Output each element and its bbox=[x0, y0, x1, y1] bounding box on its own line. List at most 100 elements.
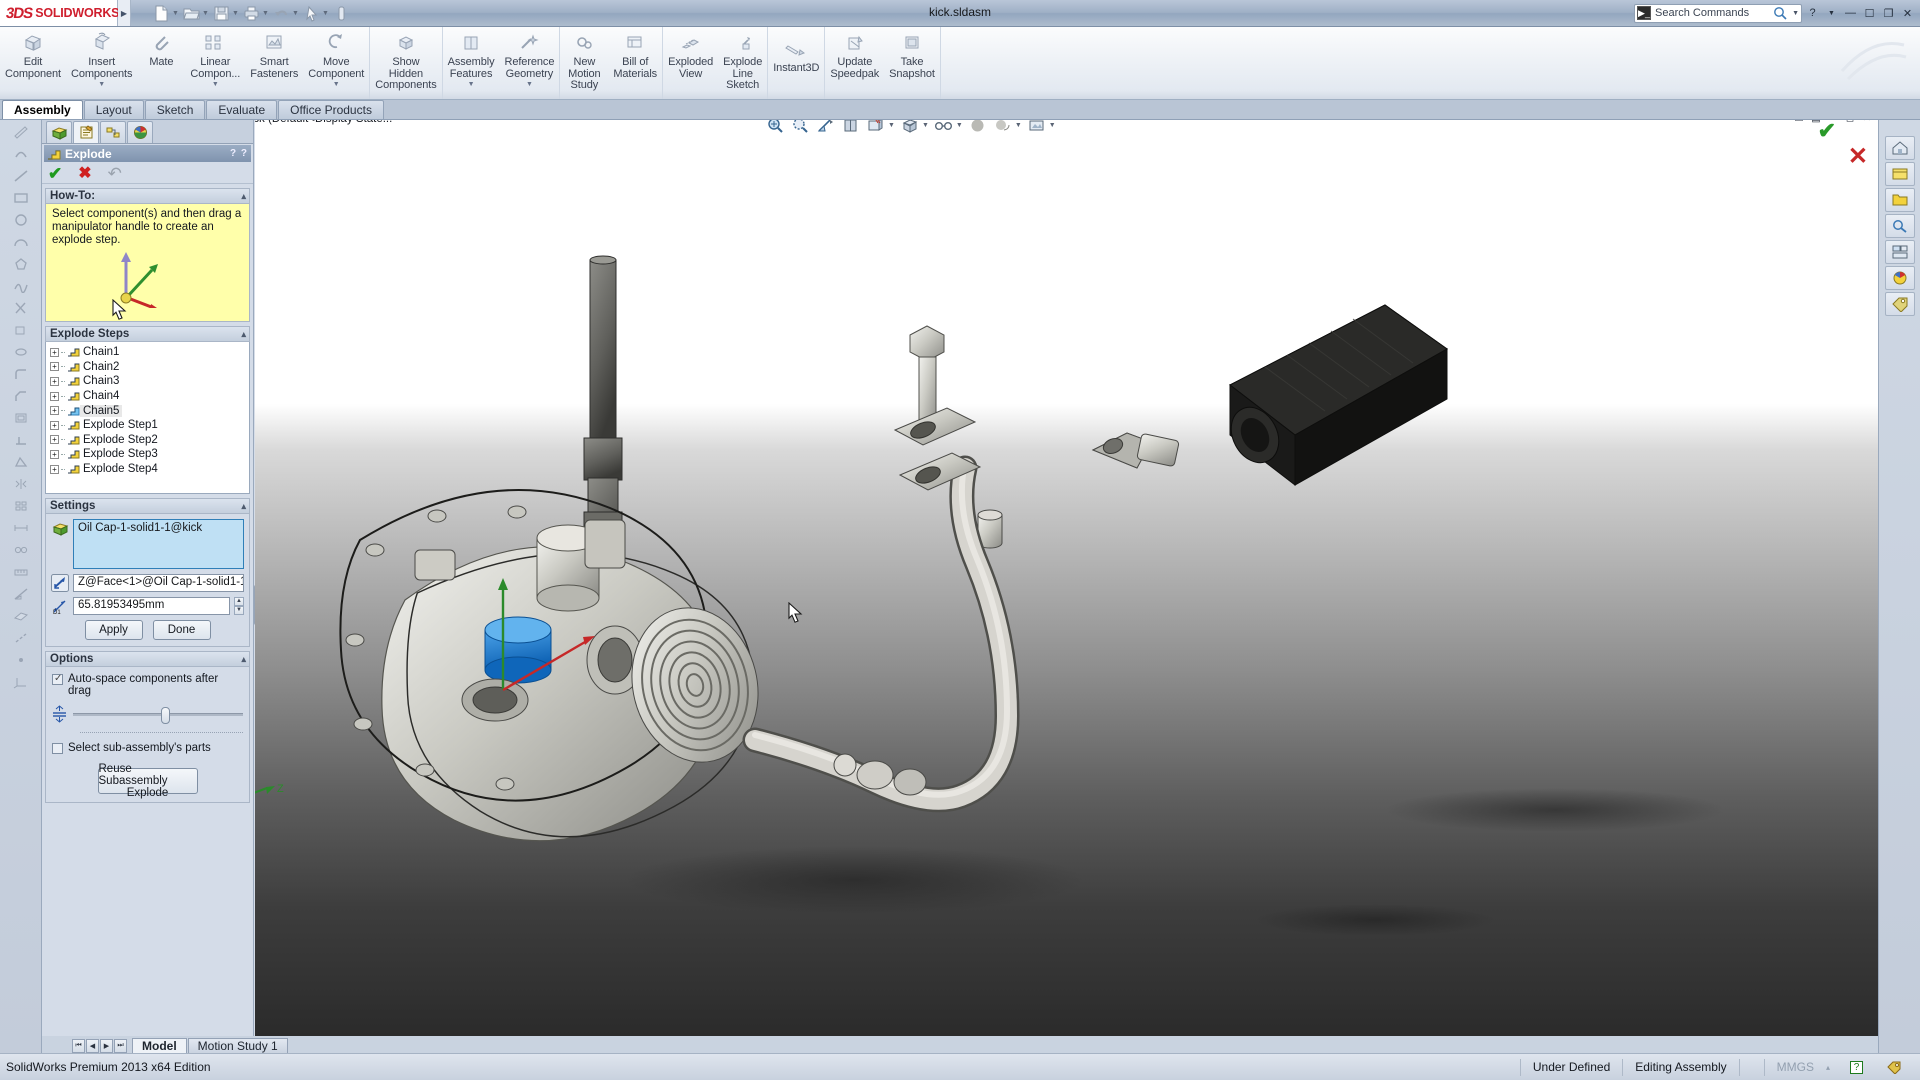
dimension-tool-icon[interactable] bbox=[2, 517, 40, 538]
expand-icon[interactable]: + bbox=[50, 420, 59, 430]
chevron-up-icon[interactable]: ▴ bbox=[241, 329, 246, 340]
tab-assembly[interactable]: Assembly bbox=[2, 100, 83, 119]
subassembly-option-row[interactable]: Select sub-assembly's parts bbox=[52, 742, 243, 754]
viewport-cancel-button[interactable]: ✕ bbox=[1848, 142, 1868, 171]
circle-tool-icon[interactable] bbox=[2, 209, 40, 230]
last-tab-button[interactable]: ⏭ bbox=[114, 1039, 127, 1053]
close-button[interactable]: ✕ bbox=[1899, 5, 1916, 22]
chevron-down-icon[interactable]: ▼ bbox=[1792, 10, 1799, 17]
units-caret-icon[interactable]: ▴ bbox=[1826, 1063, 1838, 1072]
solidworks-resources-button[interactable] bbox=[1884, 136, 1915, 160]
minimize-button[interactable]: ― bbox=[1842, 5, 1859, 22]
status-help-button[interactable]: ? bbox=[1838, 1059, 1875, 1076]
tab-feature-manager-tree[interactable] bbox=[46, 121, 72, 143]
distance-stepper[interactable]: ▲ ▼ bbox=[234, 597, 244, 615]
chevron-down-icon[interactable]: ▼ bbox=[1015, 122, 1022, 129]
header-help-glyphs[interactable]: ? ? bbox=[230, 148, 248, 159]
autospace-option-row[interactable]: Auto-space components after drag bbox=[52, 673, 243, 697]
view-settings-button[interactable] bbox=[992, 120, 1013, 136]
spacing-slider-track[interactable] bbox=[73, 706, 243, 724]
close-viewport-icon[interactable]: ✕ bbox=[1860, 120, 1874, 125]
ribbon-button-linear-component-pattern[interactable]: Linear Compon... ▼ bbox=[185, 27, 245, 99]
done-button[interactable]: Done bbox=[152, 620, 211, 640]
search-commands-input[interactable]: ▶_ Search Commands ▼ bbox=[1634, 3, 1802, 23]
expand-icon[interactable]: + bbox=[50, 464, 59, 474]
zoom-to-fit-button[interactable] bbox=[765, 120, 786, 136]
ribbon-button-mate[interactable]: Mate bbox=[137, 27, 185, 99]
stepper-down-icon[interactable]: ▼ bbox=[234, 606, 244, 615]
section-tool-icon[interactable] bbox=[2, 583, 40, 604]
explode-step-row[interactable]: + Explode Step1 bbox=[50, 418, 249, 433]
search-icon[interactable] bbox=[1773, 6, 1788, 21]
draft-tool-icon[interactable] bbox=[2, 451, 40, 472]
options-section-header[interactable]: Options ▴ bbox=[45, 651, 250, 667]
coordinate-system-icon[interactable] bbox=[2, 671, 40, 692]
explode-step-row[interactable]: + Explode Step2 bbox=[50, 433, 249, 448]
help-dropdown-icon[interactable]: ▼ bbox=[1823, 5, 1840, 22]
extrude-tool-icon[interactable] bbox=[2, 319, 40, 340]
direction-input[interactable]: Z@Face<1>@Oil Cap-1-solid1-1 bbox=[73, 574, 244, 592]
fillet-tool-icon[interactable] bbox=[2, 363, 40, 384]
chevron-down-icon[interactable]: ▼ bbox=[212, 81, 219, 89]
save-document-button[interactable]: ▼ bbox=[211, 1, 241, 25]
rebuild-button[interactable] bbox=[331, 1, 352, 25]
chevron-down-icon[interactable]: ▼ bbox=[333, 81, 340, 89]
axis-tool-icon[interactable] bbox=[2, 627, 40, 648]
hide-show-items-button[interactable] bbox=[899, 120, 920, 136]
explode-step-row[interactable]: + Explode Step4 bbox=[50, 462, 249, 477]
tab-configuration-manager[interactable] bbox=[100, 121, 126, 143]
chevron-up-icon[interactable]: ▴ bbox=[241, 501, 246, 512]
open-document-button[interactable]: ▼ bbox=[181, 1, 211, 25]
chevron-down-icon[interactable]: ▼ bbox=[922, 122, 929, 129]
design-library-button[interactable] bbox=[1884, 162, 1915, 186]
autospace-checkbox[interactable] bbox=[52, 673, 63, 685]
pattern-tool-icon[interactable] bbox=[2, 495, 40, 516]
next-tab-button[interactable]: ▶ bbox=[100, 1039, 113, 1053]
explode-direction-button[interactable] bbox=[51, 574, 69, 592]
explode-step-row[interactable]: + Chain2 bbox=[50, 360, 249, 375]
chevron-down-icon[interactable]: ▼ bbox=[956, 122, 963, 129]
ribbon-button-update-speedpak[interactable]: Update Speedpak bbox=[825, 27, 884, 99]
explode-steps-section-header[interactable]: Explode Steps ▴ bbox=[45, 326, 250, 342]
reuse-subassembly-explode-button[interactable]: Reuse Subassembly Explode bbox=[97, 763, 198, 799]
display-style-button[interactable] bbox=[865, 120, 886, 136]
first-tab-button[interactable]: ⏮ bbox=[72, 1039, 85, 1053]
apply-scene-button[interactable] bbox=[967, 120, 988, 136]
line-tool-icon[interactable] bbox=[2, 165, 40, 186]
ribbon-button-exploded-view[interactable]: Exploded View bbox=[663, 27, 718, 99]
status-units[interactable]: MMGS bbox=[1763, 1058, 1826, 1076]
arc-tool-icon[interactable] bbox=[2, 231, 40, 252]
ribbon-button-insert-components[interactable]: Insert Components ▼ bbox=[66, 27, 137, 99]
tab-sketch[interactable]: Sketch bbox=[144, 100, 206, 119]
rib-tool-icon[interactable] bbox=[2, 429, 40, 450]
new-document-button[interactable]: ▼ bbox=[151, 1, 181, 25]
ribbon-button-reference-geometry[interactable]: Reference Geometry ▼ bbox=[499, 27, 559, 99]
relation-tool-icon[interactable] bbox=[2, 539, 40, 560]
ribbon-button-take-snapshot[interactable]: Take Snapshot bbox=[884, 27, 940, 99]
subassembly-checkbox[interactable] bbox=[52, 743, 63, 754]
expand-icon[interactable]: + bbox=[50, 435, 59, 445]
distance-input[interactable]: 65.81953495mm bbox=[73, 597, 230, 615]
tab-display-manager[interactable] bbox=[127, 121, 153, 143]
chevron-down-icon[interactable]: ▼ bbox=[526, 81, 533, 89]
chevron-down-icon[interactable]: ▼ bbox=[201, 4, 210, 23]
maximize-viewport-icon[interactable]: ◻ bbox=[1843, 120, 1857, 125]
assembly-3d-model[interactable]: X Y Z bbox=[255, 120, 1878, 1036]
explode-step-row[interactable]: + Chain1 bbox=[50, 345, 249, 360]
spacing-slider-thumb[interactable] bbox=[161, 706, 171, 724]
ribbon-button-new-motion-study[interactable]: New Motion Study bbox=[560, 27, 608, 99]
point-tool-icon[interactable] bbox=[2, 649, 40, 670]
ok-button[interactable]: ✔ bbox=[48, 165, 62, 182]
section-view-button[interactable] bbox=[815, 120, 836, 136]
view-palette-button[interactable] bbox=[1884, 240, 1915, 264]
cascade-button[interactable]: ❐ bbox=[1880, 5, 1897, 22]
howto-section-header[interactable]: How-To: ▴ bbox=[45, 188, 250, 204]
chevron-down-icon[interactable]: ▼ bbox=[291, 4, 300, 23]
restore-viewport-icon[interactable]: ☐ bbox=[1792, 120, 1806, 125]
ribbon-button-edit-component[interactable]: Edit Component bbox=[0, 27, 66, 99]
chevron-down-icon[interactable]: ▼ bbox=[888, 122, 895, 129]
viewport-confirm-button[interactable]: ✔ bbox=[1818, 120, 1836, 144]
expand-icon[interactable]: + bbox=[50, 391, 59, 401]
file-explorer-button[interactable] bbox=[1884, 188, 1915, 212]
tab-office-products[interactable]: Office Products bbox=[278, 100, 384, 119]
